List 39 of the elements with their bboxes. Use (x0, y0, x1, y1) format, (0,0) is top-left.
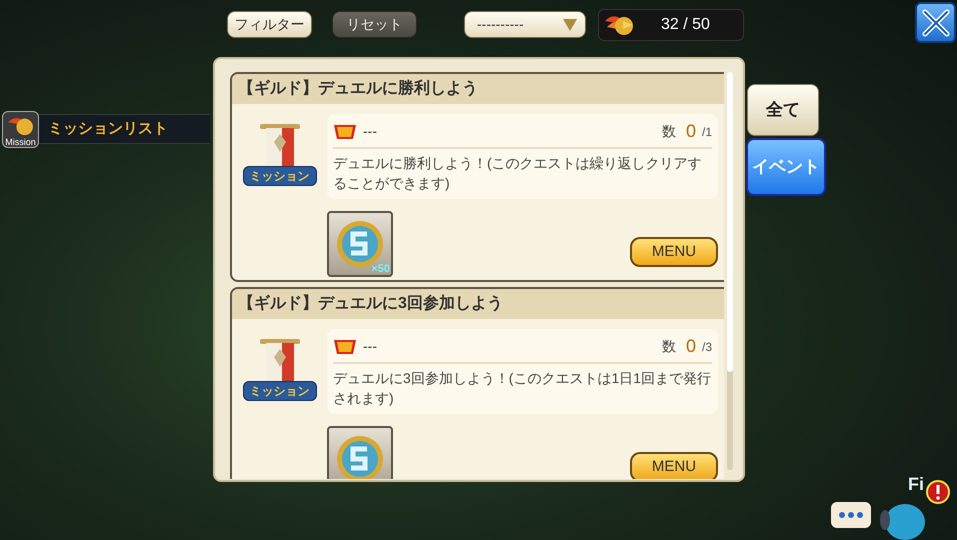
mission-description: デュエルに勝利しよう！(このクエストは繰り返しクリアすることができます) (333, 154, 703, 193)
bp-badge-icon (333, 338, 357, 356)
count-value: 0 (686, 120, 696, 143)
scrollbar[interactable] (727, 72, 733, 470)
reward-quantity: ×50 (371, 262, 390, 276)
mission-icon[interactable]: Mission (2, 111, 39, 148)
close-button[interactable] (915, 2, 956, 43)
mission-title: 【ギルド】デュエルに勝利しよう (238, 78, 478, 99)
ellipsis-icon (839, 512, 863, 518)
count-total: /3 (702, 338, 712, 356)
count-total: /1 (702, 124, 712, 140)
bp-value: --- (363, 122, 378, 141)
coin-icon (335, 434, 385, 479)
alert-icon (926, 480, 950, 504)
mission-icon-caption: Mission (5, 137, 36, 147)
mission-title: 【ギルド】デュエルに3回参加しよう (238, 293, 503, 314)
count-label: 数 (662, 122, 676, 141)
category-tab[interactable]: 全て (747, 84, 819, 136)
ribbon-label: ミッション (242, 381, 316, 401)
field-caption: Fi (908, 474, 924, 494)
dropdown[interactable]: ---------- (464, 11, 586, 38)
field-button[interactable]: Fi (877, 470, 957, 540)
bp-value: --- (363, 337, 378, 356)
chat-button[interactable] (831, 502, 871, 528)
menu-button[interactable]: MENU (630, 452, 718, 479)
menu-button[interactable]: MENU (630, 237, 718, 267)
bp-badge-icon (333, 122, 357, 140)
filter-button[interactable]: フィルター (227, 11, 312, 38)
mission-description: デュエルに3回参加しよう！(このクエストは1日1回まで発行されます) (333, 369, 712, 408)
count-value: 0 (686, 335, 696, 358)
dropdown-value: ---------- (477, 15, 525, 34)
ribbon-label: ミッション (242, 166, 316, 186)
count-label: 数 (662, 337, 676, 356)
reward-item[interactable] (327, 426, 393, 479)
caret-icon (563, 18, 577, 30)
stamina-value: 32 / 50 (661, 15, 710, 35)
close-icon (922, 8, 950, 36)
reset-button[interactable]: リセット (332, 11, 417, 38)
mission-list-title: ミッションリスト (48, 118, 168, 139)
